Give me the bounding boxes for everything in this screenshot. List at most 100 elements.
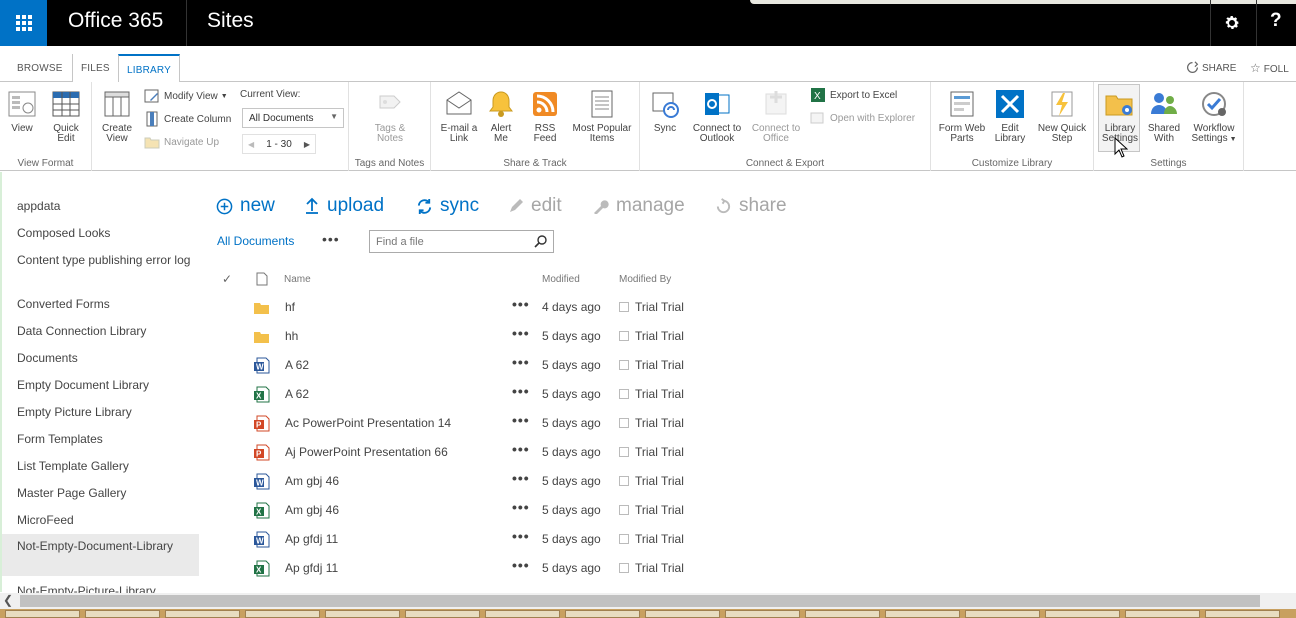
tab-browse[interactable]: BROWSE [9, 54, 71, 82]
table-row[interactable]: P Ac PowerPoint Presentation 14 ••• 5 days … [0, 410, 1296, 439]
nav-item[interactable]: appdata [17, 198, 199, 215]
app-launcher-button[interactable] [0, 0, 47, 46]
file-name-link[interactable]: Am gbj 46 [285, 503, 339, 517]
modified-date: 5 days ago [542, 329, 601, 343]
create-column-button[interactable]: Create Column [144, 111, 231, 127]
edit-command-button[interactable]: edit [508, 195, 562, 217]
table-row[interactable]: X Am gbj 46 ••• 5 days ago Trial Trial [0, 497, 1296, 526]
connect-to-office-button[interactable]: Connect to Office [748, 88, 804, 144]
search-icon[interactable] [534, 234, 548, 248]
item-menu-button[interactable]: ••• [512, 354, 530, 370]
modify-view-button[interactable]: Modify View ▼ [144, 88, 228, 104]
office365-brand-link[interactable]: Office 365 [68, 9, 163, 33]
tags-notes-button[interactable]: Tags & Notes [367, 88, 413, 144]
connect-to-outlook-button[interactable]: Connect to Outlook [690, 88, 744, 144]
help-button[interactable]: ? [1270, 10, 1282, 32]
new-document-button[interactable]: new [216, 195, 275, 217]
modified-by-user[interactable]: Trial Trial [619, 532, 684, 546]
table-row[interactable]: X A 62 ••• 5 days ago Trial Trial [0, 381, 1296, 410]
export-to-excel-button[interactable]: X Export to Excel [810, 87, 897, 103]
previous-page-icon[interactable]: ◀ [248, 140, 254, 149]
item-menu-button[interactable]: ••• [512, 470, 530, 486]
item-menu-button[interactable]: ••• [512, 557, 530, 573]
file-name-link[interactable]: Ap gfdj 11 [285, 532, 338, 546]
share-page-button[interactable]: SHARE [1186, 61, 1236, 74]
item-menu-button[interactable]: ••• [512, 383, 530, 399]
item-menu-button[interactable]: ••• [512, 412, 530, 428]
select-all-check-icon[interactable]: ✓ [222, 272, 232, 286]
modified-by-user[interactable]: Trial Trial [619, 329, 684, 343]
rss-icon [533, 92, 557, 116]
table-row[interactable]: W Ap gfdj 11 ••• 5 days ago Trial Trial [0, 526, 1296, 555]
table-row[interactable]: W Am gbj 46 ••• 5 days ago Trial Trial [0, 468, 1296, 497]
file-name-link[interactable]: A 62 [285, 387, 309, 401]
workflow-settings-button[interactable]: Workflow Settings ▼ [1188, 88, 1240, 145]
upload-button[interactable]: upload [304, 195, 384, 217]
sites-link[interactable]: Sites [207, 9, 254, 33]
file-name-link[interactable]: hf [285, 300, 295, 314]
modified-by-user[interactable]: Trial Trial [619, 445, 684, 459]
form-web-parts-button[interactable]: Form Web Parts [935, 88, 989, 144]
manage-command-button[interactable]: manage [593, 195, 685, 217]
email-link-button[interactable]: E-mail a Link [437, 88, 481, 144]
shared-with-button[interactable]: Shared With [1144, 88, 1184, 144]
next-page-icon[interactable]: ▶ [304, 140, 310, 149]
follow-page-button[interactable]: ☆ FOLL [1250, 61, 1289, 75]
modified-by-user[interactable]: Trial Trial [619, 387, 684, 401]
file-name-link[interactable]: Ap gfdj 11 [285, 561, 338, 575]
modified-by-user[interactable]: Trial Trial [619, 300, 684, 314]
modified-by-user[interactable]: Trial Trial [619, 561, 684, 575]
nav-item[interactable]: Composed Looks [17, 225, 199, 242]
sync-button[interactable]: Sync [648, 88, 682, 134]
navigate-up-button[interactable]: Navigate Up [144, 134, 219, 150]
file-name-link[interactable]: Ac PowerPoint Presentation 14 [285, 416, 451, 430]
modified-by-user[interactable]: Trial Trial [619, 416, 684, 430]
item-menu-button[interactable]: ••• [512, 441, 530, 457]
settings-gear-button[interactable] [1218, 10, 1246, 36]
file-name-link[interactable]: Aj PowerPoint Presentation 66 [285, 445, 448, 459]
modified-by-user[interactable]: Trial Trial [619, 503, 684, 517]
table-row[interactable]: X Ap gfdj 11 ••• 5 days ago Trial Trial [0, 555, 1296, 584]
column-header-name[interactable]: Name [284, 274, 311, 285]
edit-library-button[interactable]: Edit Library [991, 88, 1029, 144]
table-row[interactable]: hf ••• 4 days ago Trial Trial [0, 294, 1296, 323]
create-view-button[interactable]: Create View [98, 88, 136, 144]
item-menu-button[interactable]: ••• [512, 325, 530, 341]
scroll-left-arrow-icon[interactable]: ❮ [3, 593, 13, 607]
excel-document-icon: X [253, 386, 270, 403]
find-a-file-input[interactable]: Find a file [369, 230, 554, 253]
table-row[interactable]: P Aj PowerPoint Presentation 66 ••• 5 days … [0, 439, 1296, 468]
sync-command-button[interactable]: sync [416, 195, 479, 217]
new-quick-step-button[interactable]: New Quick Step [1033, 88, 1091, 144]
column-header-modified-by[interactable]: Modified By [619, 274, 671, 285]
tab-library[interactable]: LIBRARY [118, 54, 181, 83]
library-settings-button[interactable]: Library Settings [1100, 88, 1140, 144]
scrollbar-thumb[interactable] [20, 595, 1260, 607]
view-button[interactable]: View [5, 88, 39, 134]
rss-feed-button[interactable]: RSS Feed [529, 88, 561, 144]
share-command-button[interactable]: share [715, 195, 787, 217]
view-all-documents-link[interactable]: All Documents [217, 234, 294, 248]
open-with-explorer-button[interactable]: Open with Explorer [810, 110, 915, 126]
modified-by-user[interactable]: Trial Trial [619, 474, 684, 488]
more-views-button[interactable]: ••• [322, 231, 340, 247]
item-menu-button[interactable]: ••• [512, 528, 530, 544]
alert-me-button[interactable]: Alert Me [485, 88, 517, 144]
modified-by-user[interactable]: Trial Trial [619, 358, 684, 372]
horizontal-scrollbar[interactable]: ❮ [0, 593, 1296, 609]
table-row[interactable]: W A 62 ••• 5 days ago Trial Trial [0, 352, 1296, 381]
current-view-select[interactable]: All Documents ▼ [242, 108, 344, 128]
item-menu-button[interactable]: ••• [512, 499, 530, 515]
column-header-modified[interactable]: Modified [542, 274, 580, 285]
table-row[interactable]: hh ••• 5 days ago Trial Trial [0, 323, 1296, 352]
file-name-link[interactable]: Am gbj 46 [285, 474, 339, 488]
item-menu-button[interactable]: ••• [512, 296, 530, 312]
most-popular-items-button[interactable]: Most Popular Items [567, 88, 637, 144]
file-type-icon[interactable] [256, 272, 268, 286]
quick-edit-button[interactable]: Quick Edit [46, 88, 86, 144]
file-name-link[interactable]: hh [285, 329, 298, 343]
new-quick-step-label-2: Step [1051, 133, 1073, 144]
file-name-link[interactable]: A 62 [285, 358, 309, 372]
nav-item[interactable]: Content type publishing error log [17, 252, 199, 269]
tab-files[interactable]: FILES [72, 54, 119, 82]
